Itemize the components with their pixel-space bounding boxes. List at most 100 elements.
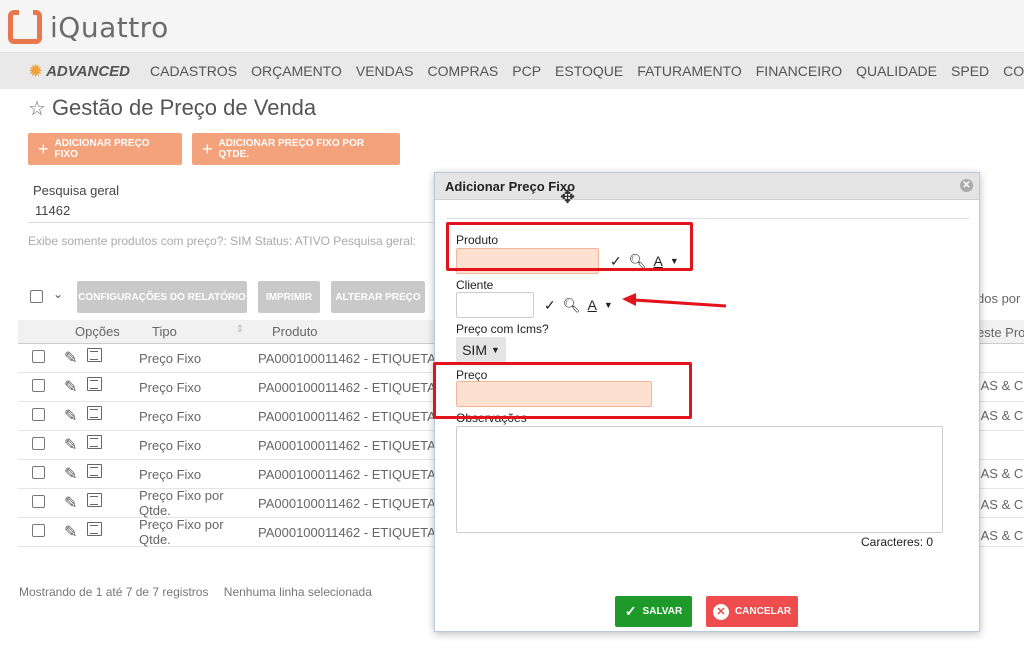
- edit-pencil-icon[interactable]: ✎: [64, 348, 77, 368]
- divider: [447, 218, 969, 219]
- add-fixed-price-button[interactable]: + ADICIONAR PREÇO FIXO: [28, 133, 182, 165]
- dialog-title: Adicionar Preço Fixo: [445, 178, 576, 194]
- dialog-header[interactable]: Adicionar Preço Fixo ✕: [435, 173, 979, 200]
- details-list-icon[interactable]: [87, 348, 103, 362]
- search-icon[interactable]: 🔍︎: [563, 297, 581, 314]
- search-icon[interactable]: 🔍︎: [629, 253, 647, 270]
- plus-icon: +: [202, 138, 213, 159]
- move-cursor-icon: ✥: [560, 187, 576, 207]
- main-nav: ✹ ADVANCED CADASTROS ORÇAMENTO VENDAS CO…: [0, 53, 1024, 89]
- cell-type: Preço Fixo: [139, 466, 202, 482]
- print-button[interactable]: IMPRIMIR: [258, 281, 320, 313]
- cell-type: Preço Fixo por Qtde.: [139, 517, 224, 547]
- cell-type: Preço Fixo por Qtde.: [139, 488, 224, 518]
- cell-type: Preço Fixo: [139, 437, 202, 453]
- check-icon: ✓: [624, 603, 637, 619]
- change-price-button[interactable]: ALTERAR PREÇO: [331, 281, 425, 313]
- page-title-text: Gestão de Preço de Venda: [51, 95, 317, 120]
- cell-partial: IAS & CI: [977, 528, 1024, 543]
- icms-select[interactable]: SIM ▼: [456, 337, 506, 362]
- cell-type: Preço Fixo: [139, 379, 202, 395]
- edition-label: ADVANCED: [46, 62, 130, 80]
- cell-type: Preço Fixo: [139, 350, 202, 366]
- nav-item-qualidade[interactable]: QUALIDADE: [856, 63, 937, 79]
- cell-type: Preço Fixo: [139, 408, 202, 424]
- table-footer: Mostrando de 1 até 7 de 7 registros Nenh…: [19, 585, 372, 599]
- cell-partial: IAS & CI: [977, 497, 1024, 512]
- plus-icon: +: [38, 138, 49, 159]
- app-logo[interactable]: iQuattro: [8, 9, 169, 44]
- row-checkbox[interactable]: [32, 495, 45, 508]
- add-fixed-price-dialog: Adicionar Preço Fixo ✕ Produto ✓ 🔍︎ A ▼ …: [434, 172, 980, 632]
- general-search-input[interactable]: [28, 199, 438, 223]
- cell-partial: IAS & CI: [977, 466, 1024, 481]
- gear-icon: ✹: [28, 60, 44, 81]
- details-list-icon[interactable]: [87, 435, 103, 449]
- sort-icon: ⇕: [235, 324, 244, 335]
- product-label: Produto: [456, 233, 499, 247]
- details-list-icon[interactable]: [87, 406, 103, 420]
- row-checkbox[interactable]: [32, 437, 45, 450]
- nav-item-vendas[interactable]: VENDAS: [356, 63, 414, 79]
- product-input[interactable]: [456, 248, 599, 274]
- text-format-icon[interactable]: A: [654, 253, 663, 269]
- nav-item-orcamento[interactable]: ORÇAMENTO: [251, 63, 342, 79]
- select-all-checkbox[interactable]: [30, 290, 43, 303]
- close-icon[interactable]: ✕: [960, 179, 973, 192]
- cell-partial: IAS & CI: [977, 408, 1024, 423]
- client-label: Cliente: [456, 278, 494, 292]
- notes-textarea[interactable]: [456, 426, 943, 533]
- nav-item-compras[interactable]: COMPRAS: [427, 63, 498, 79]
- caret-down-icon[interactable]: ▼: [670, 256, 679, 266]
- edit-pencil-icon[interactable]: ✎: [64, 435, 77, 455]
- icms-label: Preço com Icms?: [456, 322, 549, 336]
- close-circle-icon: ✕: [712, 603, 729, 620]
- add-fixed-price-qty-button[interactable]: + ADICIONAR PREÇO FIXO POR QTDE.: [192, 133, 400, 165]
- client-input[interactable]: [456, 292, 534, 318]
- price-input[interactable]: [456, 381, 652, 407]
- row-checkbox[interactable]: [32, 466, 45, 479]
- chevron-down-icon: ▼: [490, 344, 500, 355]
- row-checkbox[interactable]: [32, 524, 45, 537]
- row-checkbox[interactable]: [32, 350, 45, 363]
- confirm-check-icon[interactable]: ✓: [610, 253, 622, 270]
- edit-pencil-icon[interactable]: ✎: [64, 464, 77, 484]
- confirm-check-icon[interactable]: ✓: [544, 297, 556, 314]
- row-checkbox[interactable]: [32, 408, 45, 421]
- chevron-down-icon[interactable]: ⌄: [53, 287, 63, 301]
- details-list-icon[interactable]: [87, 377, 103, 391]
- caret-down-icon[interactable]: ▼: [604, 300, 613, 310]
- nav-item-estoque[interactable]: ESTOQUE: [555, 63, 623, 79]
- details-list-icon[interactable]: [87, 522, 103, 536]
- cancel-button[interactable]: ✕ CANCELAR: [706, 596, 798, 627]
- details-list-icon[interactable]: [87, 493, 103, 507]
- col-type[interactable]: Tipo ⇕: [138, 324, 258, 339]
- client-tools: ✓ 🔍︎ A ▼: [544, 292, 613, 318]
- nav-item-pcp[interactable]: PCP: [512, 63, 541, 79]
- nav-item-configuracoes[interactable]: CONFI: [1003, 63, 1024, 79]
- col-header-partial: este Prod: [977, 325, 1024, 340]
- edit-pencil-icon[interactable]: ✎: [64, 522, 77, 542]
- annotation-arrow: [622, 293, 727, 308]
- nav-item-faturamento[interactable]: FATURAMENTO: [637, 63, 742, 79]
- favorite-star-icon[interactable]: ☆: [28, 96, 46, 121]
- edit-pencil-icon[interactable]: ✎: [64, 493, 77, 513]
- page-title: ☆ Gestão de Preço de Venda: [28, 95, 316, 121]
- text-format-icon[interactable]: A: [588, 297, 597, 313]
- row-checkbox[interactable]: [32, 379, 45, 392]
- product-tools: ✓ 🔍︎ A ▼: [610, 248, 679, 274]
- search-label: Pesquisa geral: [33, 183, 119, 198]
- edition-brand: ✹ ADVANCED: [28, 61, 130, 82]
- nav-item-cadastros[interactable]: CADASTROS: [150, 63, 237, 79]
- selection-info: Nenhuma linha selecionada: [223, 585, 372, 599]
- details-list-icon[interactable]: [87, 464, 103, 478]
- nav-item-sped[interactable]: SPED: [951, 63, 989, 79]
- char-counter: Caracteres: 0: [861, 535, 934, 549]
- edit-pencil-icon[interactable]: ✎: [64, 377, 77, 397]
- col-options: Opções: [75, 324, 120, 339]
- report-settings-button[interactable]: CONFIGURAÇÕES DO RELATÓRIO: [77, 281, 247, 313]
- save-button[interactable]: ✓ SALVAR: [615, 596, 692, 627]
- logo-text: iQuattro: [50, 10, 169, 44]
- edit-pencil-icon[interactable]: ✎: [64, 406, 77, 426]
- nav-item-financeiro[interactable]: FINANCEIRO: [756, 63, 842, 79]
